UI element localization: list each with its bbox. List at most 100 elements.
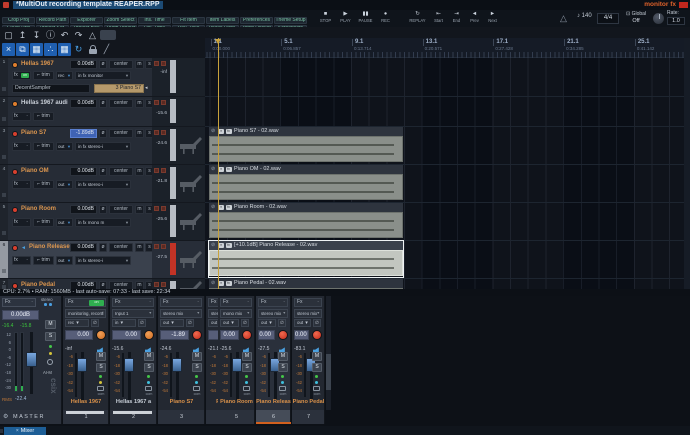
- compact-button[interactable]: [193, 386, 200, 391]
- edit-cursor[interactable]: [218, 38, 219, 295]
- fx-button[interactable]: fx-: [12, 218, 31, 227]
- phase-button[interactable]: ∅: [241, 319, 249, 327]
- global-automation[interactable]: ⊡ Global Off: [622, 11, 650, 24]
- item-fx-badge[interactable]: fx: [226, 281, 232, 287]
- item-fx-badge[interactable]: fx: [226, 129, 232, 135]
- arrange-scrollbar[interactable]: [684, 38, 690, 295]
- volume-readout[interactable]: 0.00dB: [70, 60, 97, 69]
- solo-button[interactable]: S: [96, 363, 106, 372]
- mixer-strip-5[interactable]: Fx-mono mix▼out ▼∅0.00-25.6-6-18-30-42-5…: [218, 296, 255, 410]
- record-arm-button[interactable]: [192, 330, 202, 340]
- project-info-icon[interactable]: ⓘ: [44, 29, 57, 41]
- media-item-titlebar[interactable]: ⊘≡fx[+10.1dB] Piano Release - 02.wav: [209, 241, 403, 250]
- item-fx-badge[interactable]: fx: [226, 167, 232, 173]
- undo-icon[interactable]: ↶: [58, 29, 71, 41]
- channel-volume-readout[interactable]: 0.00: [220, 330, 239, 340]
- mute-button[interactable]: M: [192, 352, 202, 361]
- mute-button[interactable]: m: [135, 243, 144, 252]
- io-button[interactable]: out▼: [56, 256, 73, 265]
- master-fader-handle[interactable]: [26, 352, 37, 367]
- fx-button[interactable]: fx-: [12, 112, 31, 121]
- record-arm-dot[interactable]: [12, 101, 18, 107]
- io-dropdown[interactable]: out ▼: [220, 319, 239, 327]
- track-gutter-6[interactable]: 6: [0, 241, 8, 278]
- media-item-body[interactable]: [209, 212, 403, 238]
- mixer-scrollbar-handle[interactable]: [326, 354, 331, 390]
- master-fx-dropdown[interactable]: Fx-: [2, 298, 36, 307]
- fx-button[interactable]: fx-: [12, 142, 31, 151]
- new-project-icon[interactable]: ▢: [2, 29, 15, 41]
- transport-rec-button[interactable]: ●REC: [376, 11, 395, 25]
- phase-button[interactable]: ø: [99, 205, 107, 214]
- track-gutter-5[interactable]: 5: [0, 203, 8, 240]
- routing-dropdown[interactable]: stereo mix▼: [294, 309, 322, 318]
- input-fx-dropdown[interactable]: in fx mono m▼: [75, 218, 131, 227]
- io-dropdown[interactable]: out ▼: [258, 319, 276, 327]
- track-header-6[interactable]: ◄Piano Release0.00dBøcentermsfx-⌐ trimou…: [8, 241, 152, 278]
- media-item-titlebar[interactable]: ⊘≡fxPiano S7 - 02.wav: [209, 127, 403, 136]
- mute-button[interactable]: m: [135, 129, 144, 138]
- monitor-fx-label[interactable]: monitor fx: [644, 1, 676, 8]
- media-item-body[interactable]: [209, 174, 403, 200]
- mute-button[interactable]: M: [278, 352, 288, 361]
- record-arm-button[interactable]: [278, 330, 288, 340]
- mixer-scrollbar[interactable]: [326, 296, 331, 410]
- fx-button[interactable]: fx-: [12, 180, 31, 189]
- channel-volume-readout[interactable]: 0.00: [112, 330, 141, 340]
- phase-button[interactable]: ø: [99, 60, 107, 69]
- metronome-icon[interactable]: △: [86, 29, 99, 41]
- mixer-dock-tab[interactable]: ×Mixer: [4, 427, 46, 435]
- close-icon[interactable]: ×: [16, 428, 19, 434]
- mixer-strip-7[interactable]: Fx-stereo mix▼out ▼∅0.00-83.1-6-18-30-42…: [292, 296, 325, 410]
- compact-button[interactable]: [279, 386, 286, 391]
- folder-button[interactable]: [2, 117, 6, 121]
- master-label-cell[interactable]: ⚙MASTER: [0, 410, 62, 424]
- io-dropdown[interactable]: rec ▼: [65, 319, 89, 327]
- input-fx-dropdown[interactable]: in fx stereo-i▼: [75, 256, 131, 265]
- arrange-view[interactable]: 1.10:00.0005.10:06.8579.10:13.71413.10:2…: [205, 38, 690, 295]
- channel-number-cell[interactable]: 6: [256, 410, 291, 424]
- pan-control[interactable]: center: [109, 243, 133, 252]
- mute-button[interactable]: M: [312, 352, 322, 361]
- trim-button[interactable]: ⌐ trim: [33, 112, 54, 121]
- mute-button[interactable]: M: [144, 352, 154, 361]
- master-mute-button[interactable]: M: [45, 320, 56, 329]
- record-arm-button[interactable]: [242, 330, 252, 340]
- channel-volume-readout[interactable]: 0.00: [294, 330, 309, 340]
- mono-button[interactable]: [47, 359, 53, 365]
- channel-volume-readout[interactable]: 0.00: [258, 330, 275, 340]
- gear-icon[interactable]: ⚙: [3, 413, 8, 421]
- mixer-strip-2[interactable]: Fx-Input 1▼in ▼∅0.00-15.6-6-18-30-42-54M…: [110, 296, 157, 410]
- open-project-icon[interactable]: ↥: [16, 29, 29, 41]
- mixer-strip-3[interactable]: Fx-stereo mix▼out ▼∅-1.89-24.6-6-18-30-4…: [158, 296, 205, 410]
- transport-pause-button[interactable]: ▮▮PAUSE: [356, 11, 375, 25]
- mixer-strip-6[interactable]: Fx-stereo mix▼out ▼∅0.00-27.5-6-18-30-42…: [256, 296, 291, 410]
- patch-selector[interactable]: 3 Piano S7: [94, 84, 144, 93]
- io-dropdown[interactable]: out ▼: [294, 319, 311, 327]
- trim-button[interactable]: ⌐ trim: [33, 71, 54, 80]
- master-solo-button[interactable]: S: [45, 332, 56, 341]
- dock-grip[interactable]: [0, 429, 3, 433]
- playrate-knob[interactable]: [652, 12, 665, 25]
- fader-handle[interactable]: [172, 358, 182, 372]
- pan-control[interactable]: center: [109, 129, 133, 138]
- trim-button[interactable]: ⌐ trim: [33, 142, 54, 151]
- solo-button[interactable]: S: [312, 363, 322, 372]
- record-arm-dot[interactable]: [12, 245, 18, 251]
- record-arm-button[interactable]: [144, 330, 154, 340]
- phase-button[interactable]: ∅: [278, 319, 286, 327]
- channel-volume-readout[interactable]: 0.00: [65, 330, 93, 340]
- media-item[interactable]: ⊘≡fxPiano Room - 02.wav: [209, 203, 403, 239]
- input-fx-dropdown[interactable]: in fx stereo-i▼: [75, 142, 131, 151]
- io-button[interactable]: out▼: [56, 180, 73, 189]
- input-fx-dropdown[interactable]: in fx monitor▼: [75, 71, 131, 80]
- phase-button[interactable]: ∅: [138, 319, 146, 327]
- timeline-ruler[interactable]: 1.10:00.0005.10:06.8579.10:13.71413.10:2…: [205, 38, 690, 58]
- fx-button[interactable]: fx-: [12, 256, 31, 265]
- routing-dropdown[interactable]: Input 1▼: [112, 309, 154, 318]
- mute-button[interactable]: M: [242, 352, 252, 361]
- transport-play-button[interactable]: ▶PLAY: [336, 11, 355, 25]
- io-button[interactable]: out▼: [56, 218, 73, 227]
- channel-number-cell[interactable]: 3: [158, 410, 205, 424]
- media-item[interactable]: ⊘≡fxPiano S7 - 02.wav: [209, 127, 403, 163]
